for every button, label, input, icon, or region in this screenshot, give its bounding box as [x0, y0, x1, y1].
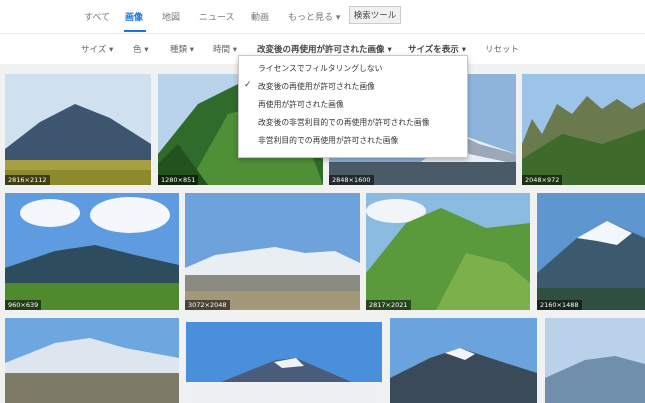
image-result[interactable]: 960×639	[5, 193, 179, 310]
image-dimensions: 1280×851	[158, 175, 199, 185]
check-icon: ✓	[244, 80, 252, 90]
mountain-field-image	[5, 74, 151, 185]
image-dimensions: 2848×1600	[329, 175, 374, 185]
search-tabs: すべて 画像 地図 ニュース 動画 もっと見る ▾ 検索ツール	[0, 0, 645, 32]
snowcap-peak-image	[537, 193, 645, 310]
filter-reset[interactable]: リセット	[485, 43, 519, 55]
filter-size[interactable]: サイズ ▾	[81, 43, 113, 55]
image-result[interactable]	[545, 318, 645, 403]
green-slope-image	[366, 193, 530, 310]
menu-item-noncommercial[interactable]: 非営利目的での再使用が許可された画像	[258, 135, 398, 146]
image-result[interactable]: 2160×1488	[537, 193, 645, 310]
image-dimensions: 2817×2021	[366, 300, 411, 310]
alpine-snow-image	[390, 318, 537, 403]
hazy-mountain-image	[545, 318, 645, 403]
filter-time[interactable]: 時間 ▾	[213, 43, 237, 55]
filter-color[interactable]: 色 ▾	[133, 43, 148, 55]
rocky-peaks-image	[522, 74, 645, 185]
menu-item-noncommercial-modify[interactable]: 改変後の非営利目的での再使用が許可された画像	[258, 117, 430, 128]
image-result[interactable]: 2816×2112	[5, 74, 151, 185]
filter-type[interactable]: 種類 ▾	[170, 43, 194, 55]
image-result[interactable]: 2048×972	[522, 74, 645, 185]
menu-item-no-filter[interactable]: ライセンスでフィルタリングしない	[258, 63, 382, 74]
license-dropdown-menu: ライセンスでフィルタリングしない ✓ 改変後の再使用が許可された画像 再使用が許…	[238, 55, 468, 158]
header-divider	[0, 33, 645, 34]
cloudy-mountain-image	[5, 193, 179, 310]
image-dimensions: 960×639	[5, 300, 42, 310]
tab-videos[interactable]: 動画	[251, 10, 269, 23]
image-result[interactable]	[5, 318, 179, 403]
image-dimensions: 2160×1488	[537, 300, 582, 310]
winter-mountain-image	[5, 318, 179, 403]
cone-volcano-image	[186, 322, 382, 403]
tab-all[interactable]: すべて	[84, 10, 110, 23]
image-result[interactable]	[186, 322, 382, 403]
filter-show-sizes[interactable]: サイズを表示 ▾	[408, 43, 466, 55]
image-result[interactable]: 2817×2021	[366, 193, 530, 310]
menu-item-reuse[interactable]: 再使用が許可された画像	[258, 99, 344, 110]
tab-maps[interactable]: 地図	[162, 10, 180, 23]
tab-more[interactable]: もっと見る ▾	[288, 10, 340, 23]
filter-license[interactable]: 改変後の再使用が許可された画像 ▾	[257, 43, 392, 55]
tab-images[interactable]: 画像	[125, 10, 143, 23]
image-dimensions: 3072×2048	[185, 300, 230, 310]
image-dimensions: 2048×972	[522, 175, 563, 185]
image-result[interactable]	[390, 318, 537, 403]
menu-item-reuse-modify[interactable]: 改変後の再使用が許可された画像	[258, 81, 375, 92]
active-tab-indicator	[124, 30, 146, 32]
tab-news[interactable]: ニュース	[199, 10, 235, 23]
snow-range-image	[185, 193, 360, 310]
image-dimensions: 2816×2112	[5, 175, 50, 185]
image-result[interactable]: 3072×2048	[185, 193, 360, 310]
search-tools-button[interactable]: 検索ツール	[349, 6, 401, 24]
